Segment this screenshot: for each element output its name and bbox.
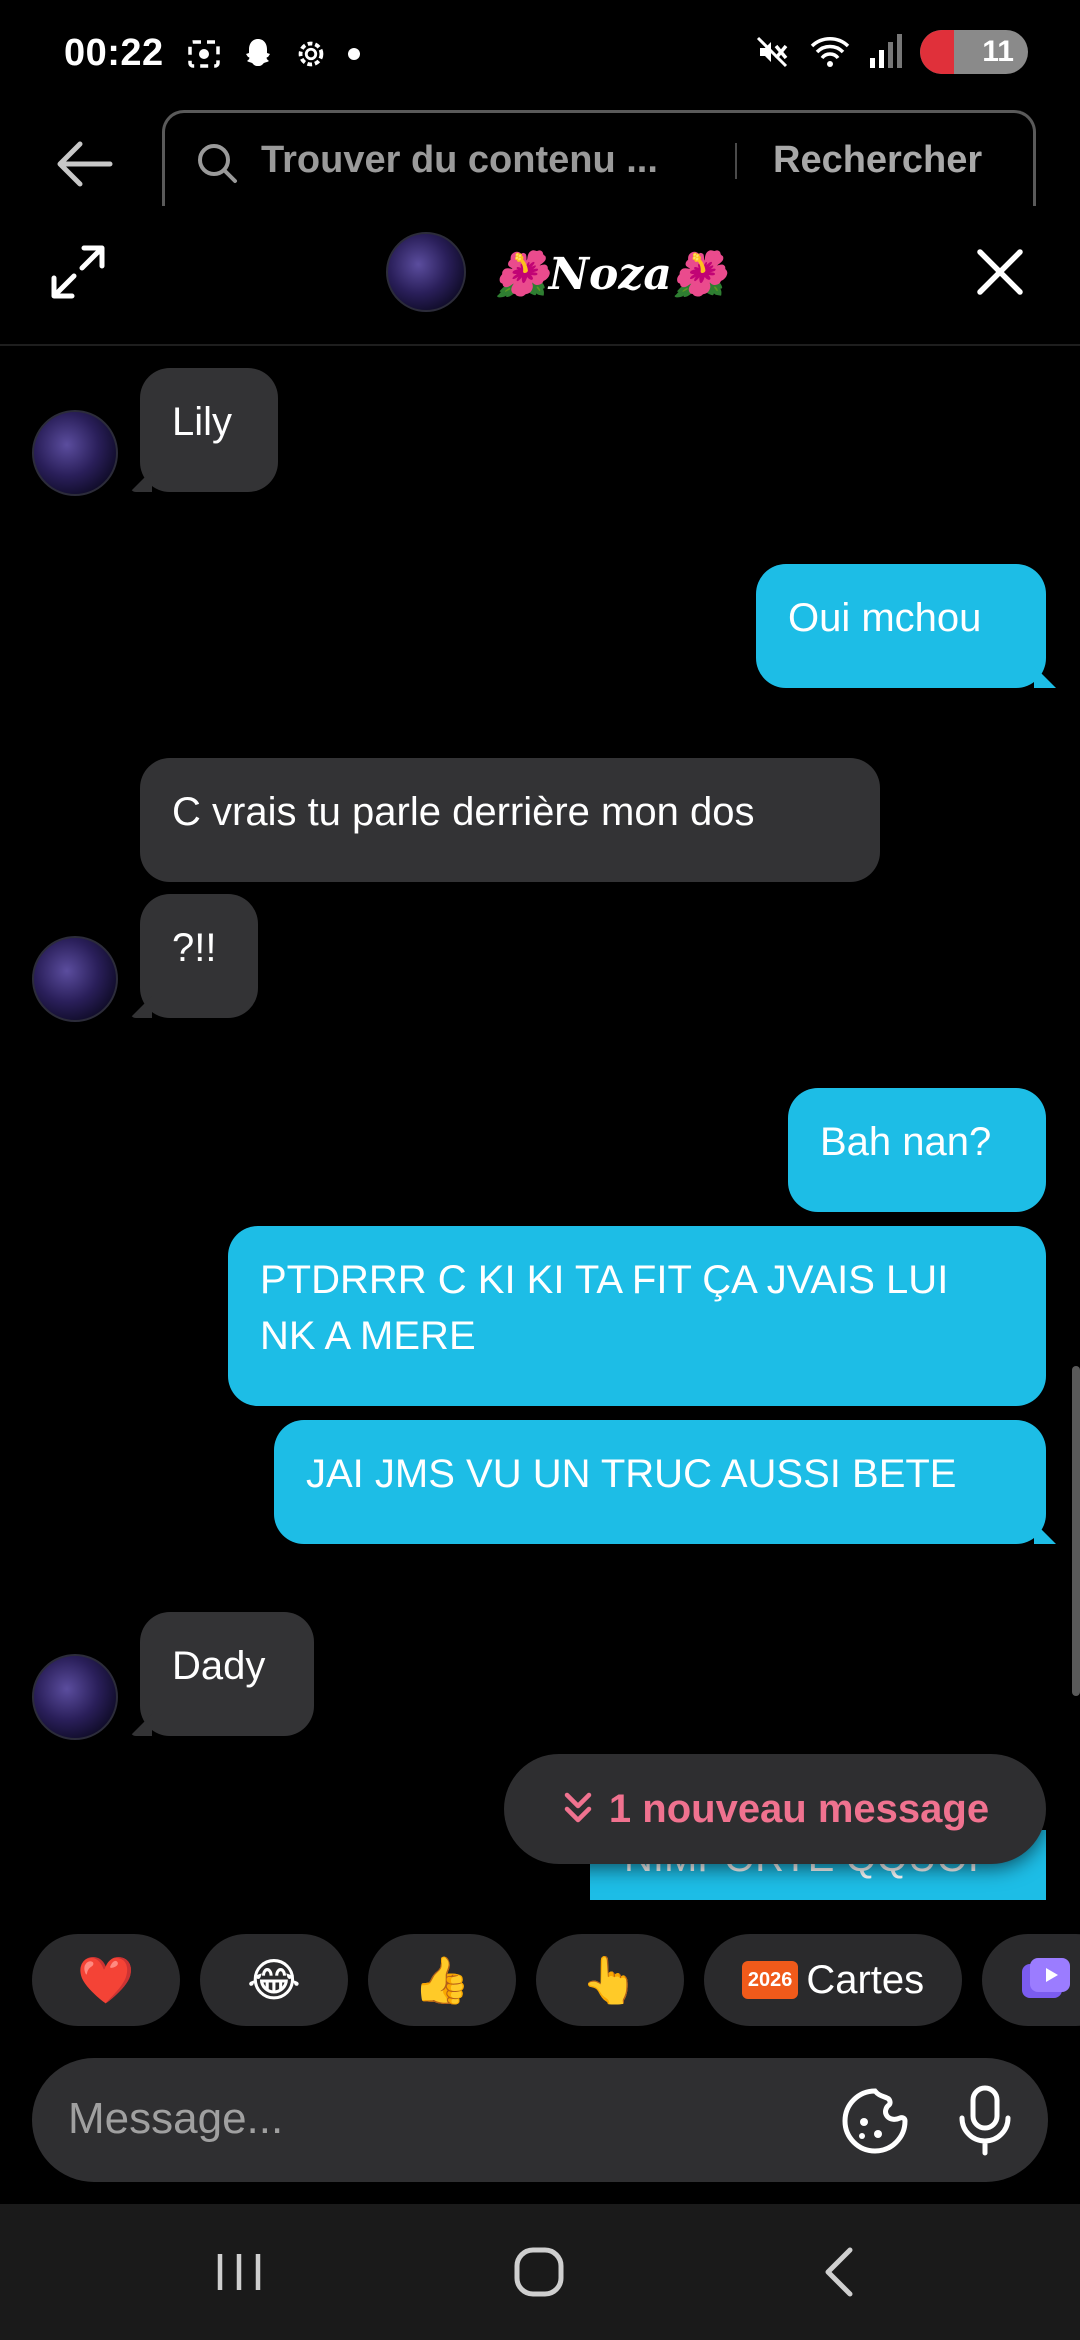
snapchat-icon — [246, 39, 270, 66]
search-box[interactable]: Trouver du contenu ... Rechercher — [162, 110, 1036, 206]
reaction-thumbs-up[interactable]: 👍 — [368, 1934, 516, 2026]
battery-indicator: 11 — [920, 30, 1028, 74]
message-composer[interactable]: Message... — [32, 2058, 1048, 2182]
contact-avatar[interactable] — [386, 232, 466, 312]
expand-icon[interactable] — [46, 240, 110, 304]
system-nav-bar — [0, 2204, 1080, 2340]
laughing-icon: 😂 — [247, 1954, 301, 2006]
wifi-icon — [810, 37, 850, 67]
battery-level: 11 — [982, 35, 1014, 68]
message-bubble-incoming[interactable]: Dady — [140, 1612, 314, 1736]
screen-record-icon — [188, 40, 220, 68]
message-bubble-incoming[interactable]: Lily — [140, 368, 278, 492]
video-icon — [1022, 1958, 1070, 1998]
search-divider — [735, 143, 737, 179]
message-bubble-outgoing[interactable]: Bah nan? — [788, 1088, 1046, 1212]
status-icons-left — [184, 34, 364, 74]
cards-button[interactable]: 2026 Cartes — [704, 1934, 962, 2026]
mute-icon — [756, 36, 788, 68]
quick-reactions: ❤️ 😂 👍 👆 2026 Cartes — [0, 1934, 1080, 2026]
thumbs-up-icon: 👍 — [413, 1953, 471, 2006]
home-icon[interactable] — [504, 2240, 574, 2304]
message-bubble-outgoing[interactable]: Oui mchou — [756, 564, 1046, 688]
reaction-heart[interactable]: ❤️ — [32, 1934, 180, 2026]
signal-icon — [870, 34, 902, 68]
dot-icon — [348, 48, 360, 60]
settings-icon — [298, 41, 324, 67]
sender-avatar[interactable] — [32, 936, 118, 1022]
sender-avatar[interactable] — [32, 1654, 118, 1740]
search-icon — [198, 144, 237, 183]
scrollbar[interactable] — [1072, 1366, 1080, 1696]
status-time: 00:22 — [64, 32, 164, 74]
search-header: Trouver du contenu ... Rechercher — [0, 110, 1080, 210]
sticker-icon[interactable] — [840, 2086, 910, 2156]
microphone-icon[interactable] — [954, 2084, 1016, 2156]
cards-label: Cartes — [806, 1957, 925, 2002]
message-bubble-incoming[interactable]: C vrais tu parle derrière mon dos — [140, 758, 880, 882]
new-message-label: 1 nouveau message — [608, 1786, 990, 1831]
status-icons-right: 11 — [752, 30, 1028, 74]
reaction-pointing-up[interactable]: 👆 — [536, 1934, 684, 2026]
message-bubble-outgoing[interactable]: JAI JMS VU UN TRUC AUSSI BETE — [274, 1420, 1046, 1544]
chat-header: 🌺Noza🌺 — [0, 210, 1080, 346]
pointing-up-icon: 👆 — [581, 1953, 639, 2006]
back-icon[interactable] — [806, 2240, 876, 2304]
message-bubble-outgoing[interactable]: PTDRRR C KI KI TA FIT ÇA JVAIS LUI NK A … — [228, 1226, 1046, 1406]
back-arrow-icon[interactable] — [52, 132, 116, 196]
sender-avatar[interactable] — [32, 410, 118, 496]
contact-name[interactable]: 🌺Noza🌺 — [494, 248, 727, 300]
message-input[interactable]: Message... — [68, 2094, 283, 2144]
search-input[interactable]: Trouver du contenu ... — [261, 139, 658, 182]
heart-icon: ❤️ — [77, 1953, 135, 2006]
close-icon[interactable] — [972, 244, 1028, 300]
calendar-icon: 2026 — [741, 1961, 799, 1999]
status-bar: 00:22 11 — [0, 0, 1080, 110]
new-message-button[interactable]: 1 nouveau message — [504, 1754, 1046, 1864]
recent-apps-icon[interactable] — [204, 2240, 274, 2304]
reaction-laughing[interactable]: 😂 — [200, 1934, 348, 2026]
video-chip[interactable] — [982, 1934, 1080, 2026]
double-chevron-down-icon — [564, 1792, 592, 1823]
message-bubble-incoming[interactable]: ?!! — [140, 894, 258, 1018]
search-button[interactable]: Rechercher — [773, 139, 982, 182]
